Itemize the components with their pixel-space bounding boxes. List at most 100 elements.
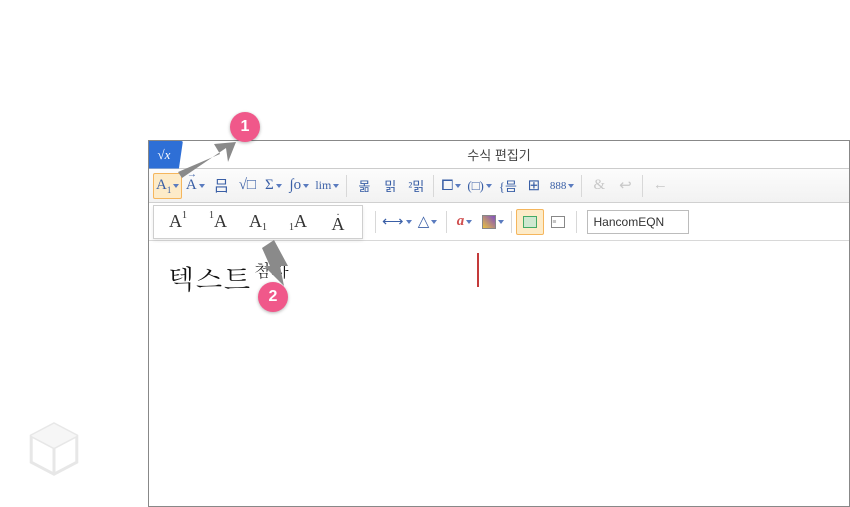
sum-label: Σ <box>265 177 274 194</box>
separator <box>642 175 643 197</box>
caret-icon <box>199 184 205 188</box>
bracket-label: ⧠ <box>441 177 453 195</box>
canvas-superscript-text: 첨자 <box>253 258 289 283</box>
hookleft-button[interactable]: ↩ <box>612 173 638 199</box>
secondary-toolbar: A1 1A A1 1A · A ⟷ △ a <box>149 203 849 241</box>
dd4-pre: 1 <box>289 222 294 233</box>
canvas-base-text: 텍스트 <box>167 257 251 297</box>
limit-label: lim <box>315 178 331 193</box>
caret-icon <box>466 220 472 224</box>
caret-icon <box>333 184 339 188</box>
window-title: 수식 편집기 <box>149 145 849 164</box>
caret-icon <box>276 184 282 188</box>
align-a-label: 몲 <box>358 176 370 195</box>
align-a-button[interactable]: 몲 <box>351 173 377 199</box>
hookarrow-label: ← <box>653 177 668 194</box>
triangle-label: △ <box>418 212 430 231</box>
font-selector[interactable]: HancomEQN <box>587 210 689 234</box>
grid-button[interactable]: ⊞ <box>521 173 547 199</box>
paren-label: (□) <box>467 178 484 194</box>
align-b-button[interactable]: 밁 <box>377 173 403 199</box>
script-label: A <box>156 177 167 194</box>
caret-icon <box>568 184 574 188</box>
align-b-label: 밁 <box>384 176 396 195</box>
hookarrow-button[interactable]: ← <box>647 173 673 199</box>
accent-menu-button[interactable]: → A <box>182 173 208 199</box>
separator <box>581 175 582 197</box>
separator <box>346 175 347 197</box>
superscript-option[interactable]: A1 <box>160 208 196 236</box>
color-a-label: a <box>457 213 465 230</box>
titlebar: √x 수식 편집기 <box>149 141 849 169</box>
app-icon: √x <box>149 141 183 169</box>
brace-label: {믐 <box>499 176 517 195</box>
dd4-main: A <box>294 211 307 232</box>
separator <box>433 175 434 197</box>
presubscript-option[interactable]: 1A <box>280 208 316 236</box>
color-a-button[interactable]: a <box>451 209 479 235</box>
dd1-main: A <box>169 211 182 232</box>
limit-menu-button[interactable]: lim <box>312 173 342 199</box>
fraction-button[interactable]: 吕 <box>208 173 234 199</box>
caret-icon <box>173 184 179 188</box>
align-c-label: ²밁 <box>408 176 424 195</box>
triangle-menu-button[interactable]: △ <box>414 209 442 235</box>
overdot-option[interactable]: · A <box>320 208 356 236</box>
script-dropdown-panel: A1 1A A1 1A · A <box>153 205 363 239</box>
matrix-label: 888 <box>550 180 567 192</box>
equation-canvas[interactable]: 텍스트첨자 <box>149 243 849 506</box>
hookleft-label: ↩ <box>619 176 632 195</box>
separator <box>375 211 376 233</box>
caret-icon <box>486 184 492 188</box>
annotation-2-label: 2 <box>269 288 278 306</box>
preview-icon <box>523 216 537 228</box>
separator <box>446 211 447 233</box>
preview-mode-button[interactable] <box>516 209 544 235</box>
presuperscript-option[interactable]: 1A <box>200 208 236 236</box>
dd3-sub: 1 <box>262 222 267 233</box>
dd2-pre: 1 <box>209 210 214 221</box>
watermark-icon <box>24 419 84 479</box>
amp-button[interactable]: & <box>586 173 612 199</box>
grid-label: ⊞ <box>528 176 541 195</box>
integral-label: ∫о <box>290 177 302 194</box>
source-icon: ≡ <box>551 216 565 228</box>
separator <box>576 211 577 233</box>
caret-icon <box>406 220 412 224</box>
caret-icon <box>498 220 504 224</box>
annotation-2: 2 <box>258 282 288 312</box>
arrow-menu-button[interactable]: ⟷ <box>380 209 414 235</box>
font-name: HancomEQN <box>594 215 665 229</box>
sum-menu-button[interactable]: Σ <box>260 173 286 199</box>
app-icon-label: √x <box>158 147 171 163</box>
radical-button[interactable]: √□ <box>234 173 260 199</box>
caret-icon <box>431 220 437 224</box>
dd1-sup: 1 <box>182 210 187 221</box>
equation-editor-window: √x 수식 편집기 A1 → A 吕 √□ Σ ∫о lim 몲 밁 ²밁 ⧠ … <box>148 140 850 507</box>
paren-menu-button[interactable]: (□) <box>464 173 495 199</box>
fraction-label: 吕 <box>214 175 229 196</box>
annotation-1: 1 <box>230 112 260 142</box>
script-menu-button[interactable]: A1 <box>153 173 182 199</box>
annotation-1-label: 1 <box>241 118 250 136</box>
arrow-label: ⟷ <box>382 212 404 231</box>
radical-label: √□ <box>239 177 256 194</box>
color-swatch-icon <box>482 215 496 229</box>
main-toolbar: A1 → A 吕 √□ Σ ∫о lim 몲 밁 ²밁 ⧠ (□) {믐 ⊞ 8… <box>149 169 849 203</box>
brace-button[interactable]: {믐 <box>495 173 521 199</box>
subscript-option[interactable]: A1 <box>240 208 276 236</box>
integral-menu-button[interactable]: ∫о <box>286 173 312 199</box>
dd2-main: A <box>214 211 227 232</box>
matrix-menu-button[interactable]: 888 <box>547 173 578 199</box>
color-picker-button[interactable] <box>479 209 507 235</box>
dd5-dot: · <box>336 213 339 219</box>
script-sub-label: 1 <box>167 185 172 195</box>
align-c-button[interactable]: ²밁 <box>403 173 429 199</box>
source-mode-button[interactable]: ≡ <box>544 209 572 235</box>
separator <box>511 211 512 233</box>
text-cursor <box>477 253 479 287</box>
bracket-menu-button[interactable]: ⧠ <box>438 173 464 199</box>
caret-icon <box>303 184 309 188</box>
amp-label: & <box>594 177 606 194</box>
dd3-main: A <box>249 211 262 232</box>
